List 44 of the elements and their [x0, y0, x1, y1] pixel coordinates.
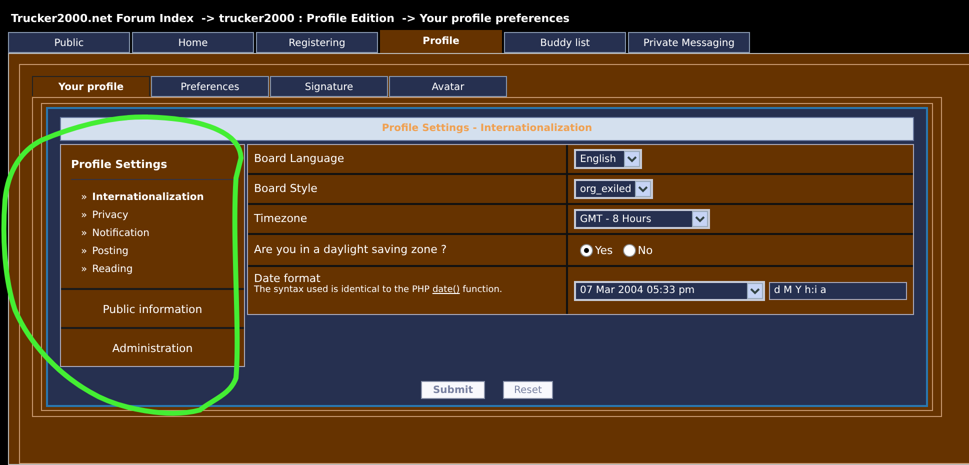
date-link[interactable]: date() [432, 285, 460, 295]
sidebar-heading: Profile Settings [71, 145, 240, 180]
radio-button[interactable] [622, 244, 636, 256]
setting-label: Date format [254, 272, 322, 285]
setting-label: Board Language [254, 152, 346, 165]
sidebar-section-link[interactable]: Administration [112, 342, 193, 355]
nav-tab[interactable]: Registering [256, 32, 378, 53]
dropdown[interactable]: org_exiled [574, 179, 654, 199]
panel-title: Profile Settings - Internationalization [60, 117, 914, 141]
form-button[interactable]: Submit [421, 381, 486, 399]
radio-button[interactable] [580, 244, 593, 256]
setting-explanation-end: function. [462, 285, 502, 295]
bullet-glyph: » [81, 228, 88, 238]
setting-label: Are you in a daylight saving zone ? [254, 243, 448, 256]
section-tab[interactable]: Signature [270, 76, 388, 97]
sidebar-link[interactable]: Internationalization [92, 192, 204, 202]
nav-tab[interactable]: Buddy list [504, 32, 626, 53]
section-tab[interactable]: Your profile [32, 76, 150, 96]
dropdown[interactable]: English [574, 149, 642, 169]
sidebar-link[interactable]: Privacy [92, 210, 128, 220]
radio-label: No [638, 244, 653, 256]
section-tab[interactable]: Avatar [389, 76, 507, 97]
bullet-glyph: » [81, 210, 88, 220]
sidebar-link[interactable]: Notification [92, 228, 150, 238]
bullet-glyph: » [81, 192, 88, 202]
bullet-glyph: » [81, 264, 88, 274]
nav-tab[interactable]: Profile [380, 30, 502, 53]
form-button[interactable]: Reset [503, 381, 553, 399]
nav-tab[interactable]: Home [132, 32, 254, 53]
sidebar-section-link[interactable]: Public information [102, 303, 202, 316]
section-tab[interactable]: Preferences [151, 76, 269, 97]
setting-label: Board Style [254, 182, 318, 195]
setting-explanation: The syntax used is identical to the PHP [254, 285, 430, 295]
nav-tab[interactable]: Private Messaging [628, 32, 750, 53]
radio-label: Yes [595, 244, 613, 256]
nav-tab[interactable]: Public [8, 32, 130, 53]
date-format-field[interactable]: d M Y h:i a [769, 282, 907, 300]
sidebar-link[interactable]: Posting [92, 246, 129, 256]
sidebar-link[interactable]: Reading [92, 264, 133, 274]
dropdown[interactable]: GMT - 8 Hours [574, 209, 710, 229]
dropdown[interactable]: 07 Mar 2004 05:33 pm [574, 280, 765, 300]
breadcrumb: Trucker2000.net Forum Index -> trucker2000 : Profile Edition -> Your profile preferences [10, 11, 571, 27]
bullet-glyph: » [81, 246, 88, 256]
setting-label: Timezone [254, 212, 308, 225]
